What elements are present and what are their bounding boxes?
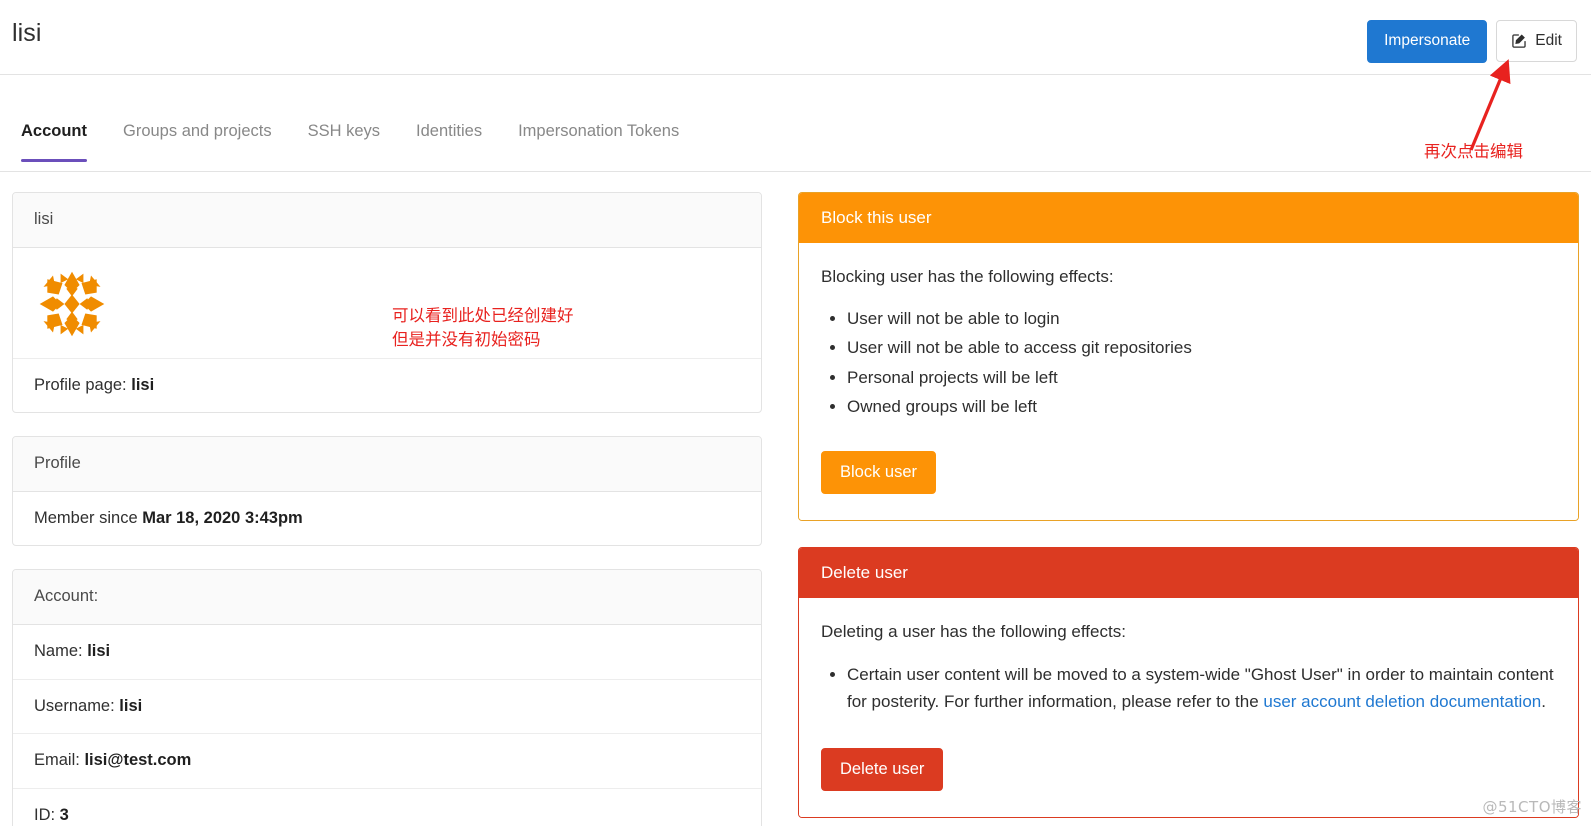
edit-button-label: Edit [1535,32,1562,49]
list-item: Owned groups will be left [847,394,1556,420]
tab-account[interactable]: Account [18,110,105,162]
member-since-label: Member since [34,509,143,528]
tab-impersonation-tokens[interactable]: Impersonation Tokens [500,110,697,161]
member-since-value: Mar 18, 2020 3:43pm [142,509,303,528]
avatar-row [13,248,761,359]
tab-bar: Account Groups and projects SSH keys Ide… [0,110,1591,172]
account-id-label: ID: [34,805,60,824]
account-name-label: Name: [34,642,88,661]
member-since-row: Member since Mar 18, 2020 3:43pm [13,492,761,545]
account-name-value: lisi [87,642,111,661]
identicon-svg [34,265,110,342]
block-panel-lead: Blocking user has the following effects: [821,267,1114,287]
profile-page-row: Profile page: lisi [13,359,761,412]
account-username-value: lisi [119,696,143,715]
delete-panel-body: Deleting a user has the following effect… [799,598,1578,817]
account-card: Account: Name: lisi Username: lisi Email… [12,569,762,826]
delete-effects-list: Certain user content will be moved to a … [847,661,1556,715]
list-item: Certain user content will be moved to a … [847,661,1556,715]
profile-card-header: Profile [13,437,761,493]
user-account-deletion-docs-link[interactable]: user account deletion documentation [1263,692,1541,711]
edit-button[interactable]: Edit [1496,20,1577,63]
account-row-id: ID: 3 [13,789,761,826]
list-item: User will not be able to login [847,306,1556,332]
account-row-email: Email: lisi@test.com [13,734,761,789]
block-panel-body: Blocking user has the following effects:… [799,243,1578,520]
tab-groups-and-projects[interactable]: Groups and projects [105,110,290,161]
header-actions: Impersonate Edit [1367,20,1577,63]
tab-identities[interactable]: Identities [398,110,500,161]
block-panel-title: Block this user [799,193,1578,244]
block-user-panel: Block this user Blocking user has the fo… [798,192,1579,521]
profile-page-label: Profile page: [34,375,132,394]
page-header: lisi Impersonate Edit [0,0,1591,75]
delete-user-button[interactable]: Delete user [821,748,944,791]
delete-panel-lead: Deleting a user has the following effect… [821,622,1126,642]
left-column: lisi Profile page: lisi Profile Member s… [12,192,762,826]
block-user-button[interactable]: Block user [821,451,937,494]
account-row-username: Username: lisi [13,680,761,735]
delete-user-panel: Delete user Deleting a user has the foll… [798,546,1579,818]
edit-pencil-icon [1511,32,1528,49]
profile-card: Profile Member since Mar 18, 2020 3:43pm [12,436,762,547]
right-column: Block this user Blocking user has the fo… [798,192,1579,826]
delete-effect-text-after: . [1541,692,1546,712]
page-title: lisi [12,19,42,47]
account-row-name: Name: lisi [13,625,761,680]
impersonate-button[interactable]: Impersonate [1367,20,1488,63]
delete-panel-title: Delete user [799,547,1578,599]
tab-list: Account Groups and projects SSH keys Ide… [18,110,697,162]
tab-ssh-keys[interactable]: SSH keys [290,110,398,161]
user-identicon-icon [34,265,740,342]
account-id-value: 3 [59,805,69,824]
account-email-label: Email: [34,751,85,770]
user-card-header: lisi [13,193,761,248]
profile-page-value[interactable]: lisi [131,376,154,394]
page-root: lisi Impersonate Edit Account Groups and… [0,0,1591,826]
account-username-label: Username: [34,696,120,715]
account-email-value: lisi@test.com [84,751,192,770]
block-effects-list: User will not be able to login User will… [847,306,1556,420]
list-item: User will not be able to access git repo… [847,335,1556,361]
user-card: lisi Profile page: lisi [12,192,762,414]
account-card-header: Account: [13,570,761,626]
list-item: Personal projects will be left [847,365,1556,391]
